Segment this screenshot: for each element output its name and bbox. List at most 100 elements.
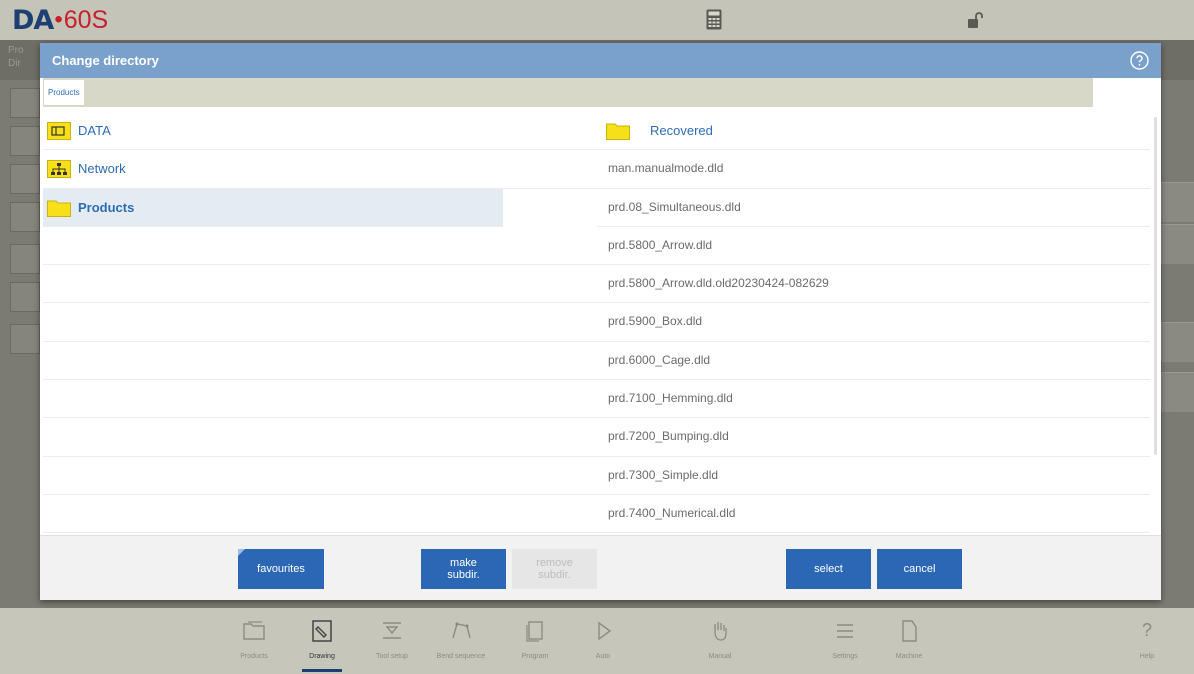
folder-label: Recovered	[650, 123, 713, 138]
file-item[interactable]: prd.6000_Cage.dld	[597, 342, 1150, 381]
breadcrumb-item-products[interactable]: Products	[44, 80, 84, 105]
background-side-button	[1160, 372, 1194, 412]
file-item[interactable]: prd.7100_Hemming.dld	[597, 380, 1150, 419]
folder-item-recovered[interactable]: Recovered	[597, 112, 1150, 151]
active-tab-indicator	[302, 669, 342, 672]
data-folder-icon	[47, 122, 71, 140]
file-label: prd.5800_Arrow.dld	[608, 237, 713, 252]
list-item	[43, 227, 597, 266]
file-label: prd.08_Simultaneous.dld	[608, 199, 741, 214]
list-item	[43, 495, 597, 534]
list-item	[43, 457, 597, 495]
file-item[interactable]: prd.7300_Simple.dld	[597, 457, 1150, 495]
button-label: make subdir.	[447, 557, 479, 581]
list-item	[43, 303, 597, 342]
background-tool-button	[10, 244, 40, 274]
list-item	[43, 342, 597, 381]
background-tool-button	[10, 164, 40, 194]
button-label: cancel	[903, 563, 936, 575]
button-label: select	[814, 563, 843, 575]
nav-label: Tool setup	[376, 653, 408, 660]
products-folder-icon	[243, 621, 265, 640]
help-icon: ?	[1141, 620, 1152, 640]
nav-label: Drawing	[309, 653, 335, 660]
nav-auto[interactable]: Auto	[573, 608, 633, 674]
background-side-button	[1160, 322, 1194, 362]
nav-manual[interactable]: Manual	[690, 608, 750, 674]
button-label-line: make	[450, 557, 477, 569]
button-label: favourites	[257, 563, 305, 575]
select-button[interactable]: select	[786, 549, 871, 589]
nav-program[interactable]: Program	[505, 608, 565, 674]
file-label: prd.7100_Hemming.dld	[608, 391, 733, 406]
nav-help[interactable]: ? Help	[1125, 608, 1169, 674]
unlock-icon[interactable]	[966, 11, 984, 29]
location-item-data[interactable]: DATA	[43, 112, 597, 151]
background-label: Dir	[8, 58, 21, 69]
app-logo: DA • 60S	[12, 4, 108, 36]
top-bar: DA • 60S	[0, 0, 1194, 40]
nav-label: Settings	[832, 653, 858, 660]
bottom-nav: Products Drawing Tool setup Bend sequenc…	[0, 608, 1194, 674]
folder-icon	[606, 123, 630, 140]
location-label: Network	[78, 161, 126, 177]
file-label: prd.7200_Bumping.dld	[608, 429, 729, 444]
file-item[interactable]: prd.5800_Arrow.dld.old20230424-082629	[597, 265, 1150, 304]
file-item[interactable]: prd.7200_Bumping.dld	[597, 418, 1150, 457]
background-side-button	[1160, 224, 1194, 264]
nav-tool-setup[interactable]: Tool setup	[362, 608, 422, 674]
location-label: Products	[78, 199, 135, 215]
file-item[interactable]: prd.7400_Numerical.dld	[597, 495, 1150, 534]
file-label: man.manualmode.dld	[608, 161, 724, 176]
remove-subdir-button[interactable]: remove subdir.	[512, 549, 597, 589]
list-item	[43, 265, 597, 304]
background-tool-button	[10, 126, 40, 156]
nav-settings[interactable]: Settings	[815, 608, 875, 674]
logo-brand: DA	[12, 4, 54, 36]
nav-products[interactable]: Products	[224, 608, 284, 674]
corner-indicator	[238, 549, 245, 556]
list-scrollbar[interactable]	[1154, 117, 1157, 455]
file-item[interactable]: prd.5800_Arrow.dld	[597, 227, 1150, 266]
auto-play-icon	[598, 621, 612, 641]
logo-model: 60S	[63, 5, 109, 34]
nav-label: Manual	[708, 653, 732, 660]
nav-label: Bend sequence	[436, 653, 486, 660]
nav-bend-sequence[interactable]: Bend sequence	[431, 608, 491, 674]
help-circle-icon[interactable]	[1130, 51, 1149, 70]
file-label: prd.7400_Numerical.dld	[608, 505, 736, 520]
tool-setup-icon	[383, 622, 401, 639]
dialog-footer: favourites make subdir. remove subdir. sel…	[40, 535, 1161, 600]
dialog-title: Change directory	[52, 53, 159, 68]
file-label: prd.6000_Cage.dld	[608, 352, 711, 367]
location-item-network[interactable]: Network	[43, 150, 597, 189]
logo-dot: •	[54, 6, 63, 33]
make-subdir-button[interactable]: make subdir.	[421, 549, 506, 589]
file-item[interactable]: prd.08_Simultaneous.dld	[597, 189, 1150, 227]
button-label-line: subdir.	[447, 569, 480, 581]
cancel-button[interactable]: cancel	[877, 549, 962, 589]
background-tool-button	[10, 202, 40, 232]
file-label: prd.5800_Arrow.dld.old20230424-082629	[608, 276, 829, 291]
drawing-pencil-icon	[312, 620, 332, 642]
background-side-button	[1160, 182, 1194, 222]
favourites-button[interactable]: favourites	[238, 549, 324, 589]
nav-machine[interactable]: Machine	[879, 608, 939, 674]
folder-icon	[47, 200, 71, 217]
machine-icon	[902, 620, 917, 642]
background-tool-button	[10, 282, 40, 312]
file-item[interactable]: prd.5900_Box.dld	[597, 303, 1150, 342]
nav-label: Program	[521, 653, 549, 660]
file-label: prd.7300_Simple.dld	[608, 467, 719, 482]
file-item[interactable]: man.manualmode.dld	[597, 150, 1150, 189]
location-item-products[interactable]: Products	[43, 188, 503, 227]
calculator-icon[interactable]	[706, 9, 722, 30]
dialog-header: Change directory	[40, 43, 1161, 78]
settings-list-icon	[837, 624, 853, 638]
change-directory-dialog: Change directory Products DATA Network P…	[40, 43, 1161, 600]
location-label: DATA	[78, 123, 111, 138]
list-item	[43, 418, 597, 457]
background-tool-button	[10, 88, 40, 118]
nav-label: Machine	[895, 653, 923, 660]
nav-drawing[interactable]: Drawing	[292, 608, 352, 674]
